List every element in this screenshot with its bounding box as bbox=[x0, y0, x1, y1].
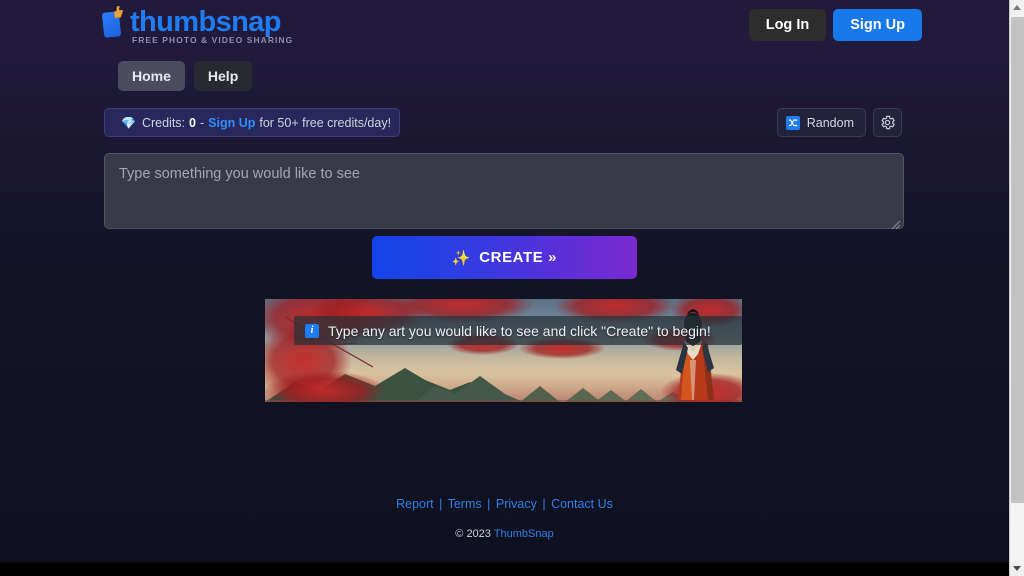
nav-tab-home[interactable]: Home bbox=[118, 61, 185, 91]
logo-wordmark: thumbsnap bbox=[130, 6, 281, 38]
create-button-label: CREATE » bbox=[479, 249, 558, 266]
sign-up-button[interactable]: Sign Up bbox=[833, 9, 922, 41]
information-icon: i bbox=[305, 323, 319, 338]
scroll-down-arrow-icon bbox=[1013, 566, 1021, 571]
footer-separator: | bbox=[542, 497, 546, 511]
random-button[interactable]: Random bbox=[776, 108, 866, 137]
banner-tooltip-text: Type any art you would like to see and c… bbox=[328, 322, 711, 339]
copyright-brand-link[interactable]: ThumbSnap bbox=[494, 528, 554, 540]
credits-suffix: for 50+ free credits/day! bbox=[259, 115, 392, 130]
scroll-down-button[interactable] bbox=[1010, 561, 1024, 576]
footer-separator: | bbox=[487, 497, 491, 511]
credits-sign-up-link[interactable]: Sign Up bbox=[208, 116, 255, 130]
auth-buttons: Log In Sign Up bbox=[748, 9, 922, 41]
copyright-prefix: © 2023 bbox=[455, 528, 491, 540]
footer-link-privacy[interactable]: Privacy bbox=[496, 497, 537, 511]
site-logo[interactable]: thumbsnap FREE PHOTO & VIDEO SHARING bbox=[101, 5, 293, 45]
footer-link-terms[interactable]: Terms bbox=[448, 497, 482, 511]
site-header: thumbsnap FREE PHOTO & VIDEO SHARING Log… bbox=[0, 0, 1009, 52]
credits-amount: 0 bbox=[189, 115, 196, 130]
sparkles-icon: ✨ bbox=[451, 249, 472, 267]
copyright-line: © 2023 ThumbSnap bbox=[0, 528, 1009, 540]
logo-text-block: thumbsnap FREE PHOTO & VIDEO SHARING bbox=[130, 7, 293, 45]
nav-tab-help[interactable]: Help bbox=[193, 61, 253, 91]
log-in-button[interactable]: Log In bbox=[748, 9, 827, 41]
prompt-area bbox=[104, 153, 904, 234]
footer-link-report[interactable]: Report bbox=[396, 497, 434, 511]
thumb-up-icon bbox=[113, 5, 124, 19]
credits-banner: 💎 Credits: 0 - Sign Up for 50+ free cred… bbox=[104, 108, 400, 137]
page-root: thumbsnap FREE PHOTO & VIDEO SHARING Log… bbox=[0, 0, 1009, 562]
footer-link-contact-us[interactable]: Contact Us bbox=[551, 497, 613, 511]
site-footer: Report | Terms | Privacy | Contact Us © … bbox=[0, 497, 1009, 540]
prompt-input[interactable] bbox=[104, 153, 904, 229]
credits-dash: - bbox=[199, 115, 205, 130]
create-button[interactable]: ✨ CREATE » bbox=[372, 236, 637, 279]
scroll-up-button[interactable] bbox=[1010, 0, 1024, 15]
vertical-scrollbar[interactable] bbox=[1009, 0, 1024, 576]
random-button-label: Random bbox=[806, 115, 854, 130]
logo-tagline: FREE PHOTO & VIDEO SHARING bbox=[132, 35, 294, 45]
example-artwork-banner: i Type any art you would like to see and… bbox=[265, 299, 742, 402]
gem-icon: 💎 bbox=[121, 115, 136, 130]
viewport-bottom-bar bbox=[0, 562, 1024, 576]
prompt-tools: Random bbox=[776, 108, 902, 137]
scrollbar-thumb[interactable] bbox=[1011, 17, 1024, 503]
thumbsnap-logo-icon bbox=[101, 5, 127, 39]
shuffle-icon bbox=[785, 115, 800, 130]
credits-label: Credits: bbox=[141, 115, 186, 130]
main-nav: Home Help bbox=[118, 61, 253, 91]
footer-links: Report | Terms | Privacy | Contact Us bbox=[0, 497, 1009, 511]
footer-separator: | bbox=[439, 497, 443, 511]
settings-button[interactable] bbox=[873, 108, 902, 137]
scroll-up-arrow-icon bbox=[1013, 5, 1021, 10]
banner-tooltip: i Type any art you would like to see and… bbox=[294, 316, 742, 345]
gear-icon bbox=[881, 115, 895, 130]
